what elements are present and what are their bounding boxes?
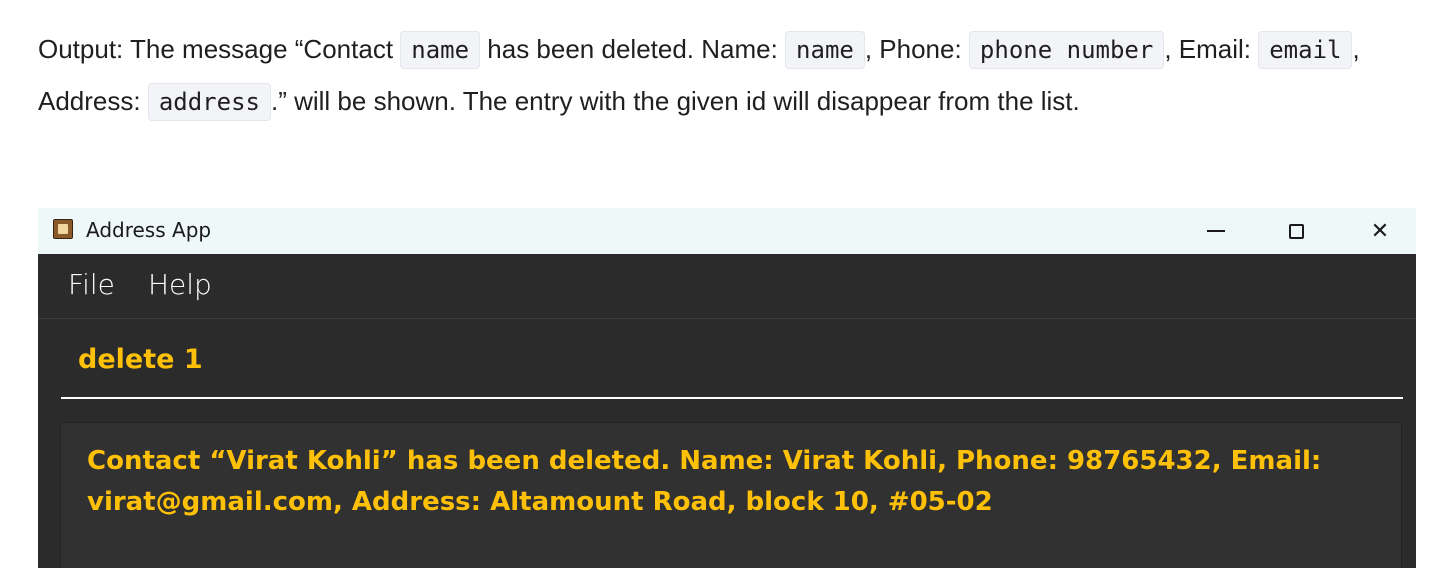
- output-label-text: Output: The message “Contact: [38, 34, 401, 64]
- trailing-text: .” will be shown. The entry with the giv…: [270, 86, 1080, 116]
- minimize-button[interactable]: [1174, 208, 1258, 254]
- menu-help[interactable]: Help: [148, 268, 212, 301]
- menu-bar: File Help: [38, 254, 1416, 319]
- code-phone: phone number: [968, 31, 1165, 69]
- email-text: , Email:: [1164, 34, 1259, 64]
- result-message: Contact “Virat Kohli” has been deleted. …: [87, 446, 1322, 517]
- deleted-text: has been deleted. Name:: [480, 34, 786, 64]
- command-box-underline: [61, 397, 1403, 399]
- menu-file[interactable]: File: [68, 268, 115, 301]
- code-name-2: name: [785, 31, 865, 69]
- address-app-window: Address App ✕ File Help delete 1 Contact…: [38, 208, 1416, 568]
- maximize-button[interactable]: [1254, 208, 1338, 254]
- phone-text: , Phone:: [864, 34, 969, 64]
- result-display: Contact “Virat Kohli” has been deleted. …: [60, 422, 1402, 568]
- close-button[interactable]: ✕: [1338, 208, 1416, 254]
- minimize-icon: [1207, 230, 1225, 232]
- maximize-icon: [1288, 223, 1304, 239]
- command-box-input[interactable]: delete 1: [78, 344, 203, 375]
- window-title: Address App: [86, 218, 212, 242]
- code-email: email: [1258, 31, 1353, 69]
- code-name: name: [400, 31, 481, 69]
- address-book-icon: [53, 219, 73, 239]
- close-icon: ✕: [1370, 218, 1390, 244]
- title-bar[interactable]: Address App ✕: [38, 208, 1416, 254]
- instruction-paragraph: Output: The message “Contact name has be…: [38, 24, 1418, 128]
- code-address: address: [147, 83, 271, 121]
